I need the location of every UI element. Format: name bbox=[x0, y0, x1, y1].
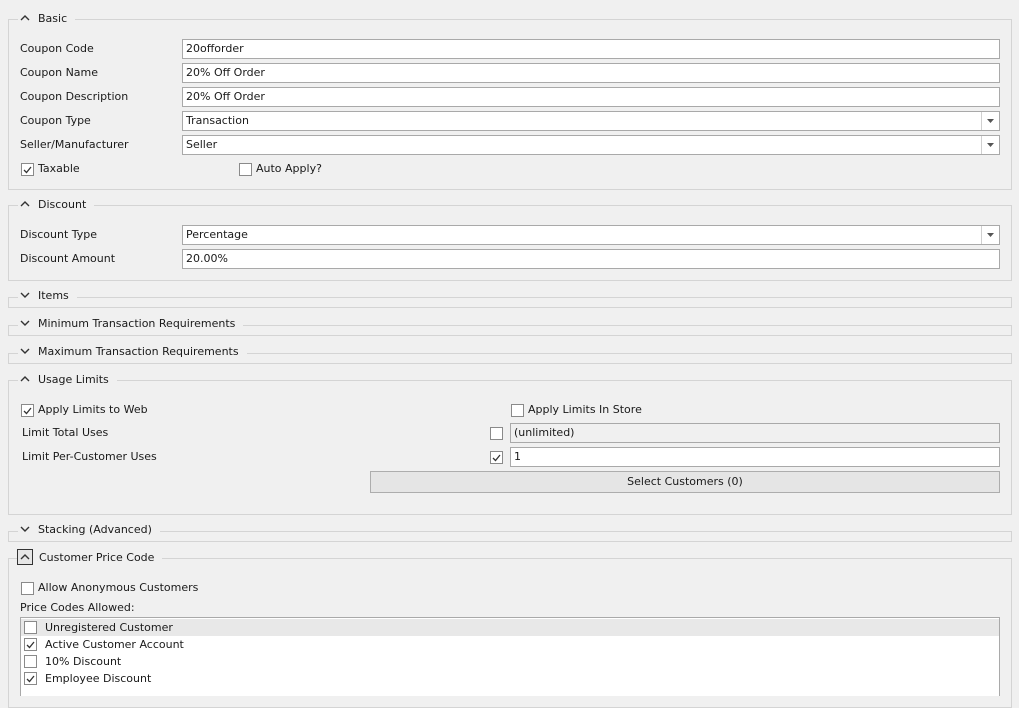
price-code-group-header[interactable]: Customer Price Code bbox=[17, 548, 163, 566]
list-item[interactable]: Employee Discount bbox=[21, 670, 999, 687]
dropdown-arrow-icon[interactable] bbox=[981, 136, 999, 154]
price-code-label: Employee Discount bbox=[45, 672, 152, 685]
seller-manufacturer-select[interactable]: Seller bbox=[182, 135, 1000, 155]
taxable-label: Taxable bbox=[38, 162, 80, 175]
coupon-description-label: Coupon Description bbox=[20, 90, 129, 103]
basic-section-title: Basic bbox=[38, 11, 68, 25]
max-req-section-title: Maximum Transaction Requirements bbox=[38, 344, 239, 358]
chevron-up-icon[interactable] bbox=[18, 197, 32, 211]
dropdown-arrow-icon[interactable] bbox=[981, 112, 999, 130]
discount-type-select[interactable]: Percentage bbox=[182, 225, 1000, 245]
coupon-code-label: Coupon Code bbox=[20, 42, 94, 55]
price-code-label: 10% Discount bbox=[45, 655, 122, 668]
items-group-header[interactable]: Items bbox=[18, 286, 77, 304]
price-code-checkbox[interactable] bbox=[24, 638, 37, 651]
limit-total-uses-field[interactable]: (unlimited) bbox=[510, 423, 1000, 443]
auto-apply-label: Auto Apply? bbox=[256, 162, 322, 175]
basic-group-header[interactable]: Basic bbox=[18, 9, 76, 27]
select-customers-button[interactable]: Select Customers (0) bbox=[370, 471, 1000, 493]
usage-group-header[interactable]: Usage Limits bbox=[18, 370, 117, 388]
limit-per-customer-label: Limit Per-Customer Uses bbox=[22, 450, 157, 463]
price-code-checkbox[interactable] bbox=[24, 655, 37, 668]
usage-section-title: Usage Limits bbox=[38, 372, 109, 386]
dropdown-arrow-icon[interactable] bbox=[981, 226, 999, 244]
coupon-description-field[interactable]: 20% Off Order bbox=[182, 87, 1000, 107]
min-req-group-header[interactable]: Minimum Transaction Requirements bbox=[18, 314, 244, 332]
discount-amount-field[interactable]: 20.00% bbox=[182, 249, 1000, 269]
limit-total-uses-label: Limit Total Uses bbox=[22, 426, 109, 439]
discount-amount-label: Discount Amount bbox=[20, 252, 116, 265]
allow-anonymous-label: Allow Anonymous Customers bbox=[38, 581, 199, 594]
items-section-title: Items bbox=[38, 288, 69, 302]
items-group-frame bbox=[8, 297, 1012, 308]
chevron-up-icon[interactable] bbox=[18, 11, 32, 25]
auto-apply-checkbox[interactable] bbox=[239, 163, 252, 176]
stacking-section-title: Stacking (Advanced) bbox=[38, 522, 152, 536]
chevron-down-icon[interactable] bbox=[18, 344, 32, 358]
price-code-label: Unregistered Customer bbox=[45, 621, 173, 634]
price-code-label: Active Customer Account bbox=[45, 638, 184, 651]
min-req-section-title: Minimum Transaction Requirements bbox=[38, 316, 236, 330]
coupon-type-value: Transaction bbox=[186, 114, 249, 127]
list-item[interactable]: Active Customer Account bbox=[21, 636, 999, 653]
limit-total-uses-checkbox[interactable] bbox=[490, 427, 503, 440]
coupon-type-select[interactable]: Transaction bbox=[182, 111, 1000, 131]
chevron-up-icon[interactable] bbox=[17, 549, 33, 565]
chevron-down-icon[interactable] bbox=[18, 288, 32, 302]
price-codes-allowed-label: Price Codes Allowed: bbox=[20, 601, 135, 614]
discount-type-value: Percentage bbox=[186, 228, 248, 241]
list-item[interactable]: Unregistered Customer bbox=[21, 619, 999, 636]
coupon-code-field[interactable]: 20offorder bbox=[182, 39, 1000, 59]
apply-limits-store-label: Apply Limits In Store bbox=[528, 403, 642, 416]
discount-group-header[interactable]: Discount bbox=[18, 195, 95, 213]
chevron-down-icon[interactable] bbox=[18, 522, 32, 536]
price-code-section-title: Customer Price Code bbox=[39, 550, 155, 564]
coupon-name-label: Coupon Name bbox=[20, 66, 99, 79]
discount-type-label: Discount Type bbox=[20, 228, 98, 241]
chevron-down-icon[interactable] bbox=[18, 316, 32, 330]
coupon-type-label: Coupon Type bbox=[20, 114, 91, 127]
apply-limits-web-checkbox[interactable] bbox=[21, 404, 34, 417]
taxable-checkbox[interactable] bbox=[21, 163, 34, 176]
price-code-checkbox[interactable] bbox=[24, 621, 37, 634]
max-req-group-header[interactable]: Maximum Transaction Requirements bbox=[18, 342, 247, 360]
chevron-up-icon[interactable] bbox=[18, 372, 32, 386]
discount-section-title: Discount bbox=[38, 197, 87, 211]
coupon-name-field[interactable]: 20% Off Order bbox=[182, 63, 1000, 83]
seller-manufacturer-label: Seller/Manufacturer bbox=[20, 138, 129, 151]
limit-per-customer-field[interactable]: 1 bbox=[510, 447, 1000, 467]
price-codes-list[interactable]: Unregistered Customer Active Customer Ac… bbox=[20, 617, 1000, 696]
apply-limits-web-label: Apply Limits to Web bbox=[38, 403, 148, 416]
allow-anonymous-checkbox[interactable] bbox=[21, 582, 34, 595]
list-item[interactable]: 10% Discount bbox=[21, 653, 999, 670]
stacking-group-header[interactable]: Stacking (Advanced) bbox=[18, 520, 160, 538]
limit-per-customer-checkbox[interactable] bbox=[490, 451, 503, 464]
price-code-checkbox[interactable] bbox=[24, 672, 37, 685]
seller-manufacturer-value: Seller bbox=[186, 138, 218, 151]
apply-limits-store-checkbox[interactable] bbox=[511, 404, 524, 417]
